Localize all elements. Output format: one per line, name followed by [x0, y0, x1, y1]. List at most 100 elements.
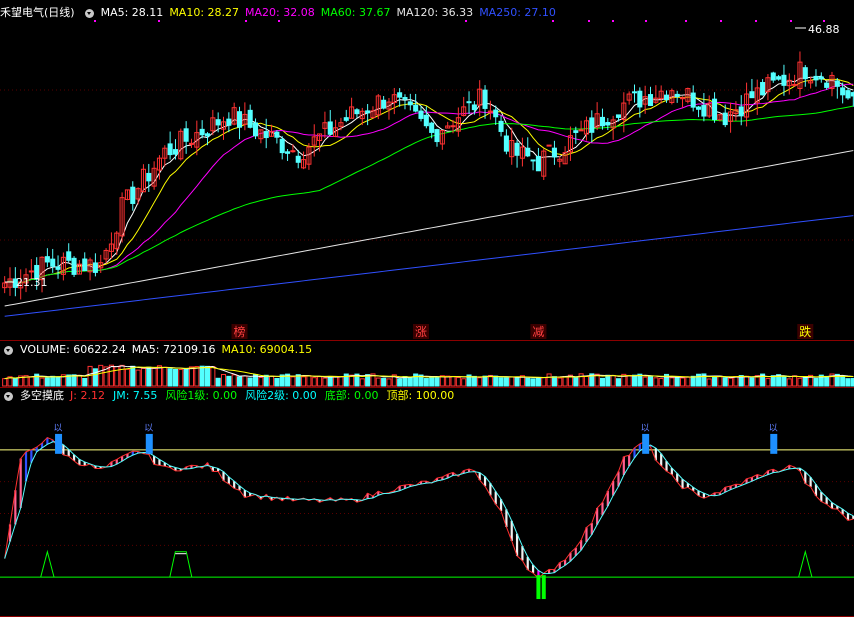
candle-body	[792, 83, 798, 86]
candle-body	[647, 94, 654, 106]
candle-body	[44, 256, 50, 263]
volume-bar	[82, 377, 88, 387]
volume-label-2: MA10: 69004.15	[221, 343, 313, 356]
signal-label-3: 跌	[799, 324, 811, 339]
volume-bar	[503, 377, 509, 387]
candle-body	[354, 109, 360, 115]
volume-bar	[840, 376, 846, 387]
volume-bar	[301, 376, 307, 387]
indicator-label-1: JM: 7.55	[112, 389, 158, 402]
volume-chart	[2, 364, 854, 387]
candle-body	[776, 76, 782, 80]
indicator-dropdown-icon[interactable]	[4, 391, 13, 401]
volume-bar	[311, 377, 317, 387]
volume-bar	[445, 375, 451, 387]
candle-body	[50, 258, 56, 267]
volume-bar	[744, 375, 750, 387]
candle-body	[423, 114, 429, 127]
volume-bar	[119, 364, 125, 387]
candle-body	[55, 266, 61, 270]
low-label: 21.31	[16, 276, 48, 289]
candle-body	[199, 128, 205, 136]
volume-bar	[455, 377, 461, 387]
indicator-header: 多空摸底 J: 2.12 JM: 7.55 风险1级: 0.00 风险2级: 0.00…	[0, 388, 454, 404]
volume-bar	[28, 376, 34, 387]
volume-bar	[423, 377, 429, 387]
candle-body	[493, 109, 499, 118]
high-label: 46.88	[808, 23, 840, 36]
candle-body	[573, 130, 579, 133]
candle-body	[343, 117, 349, 121]
top-marker-dot-4	[465, 20, 467, 22]
volume-bar	[226, 375, 232, 387]
volume-bar	[156, 365, 162, 387]
volume-bar	[562, 376, 568, 387]
candle-body	[236, 111, 243, 128]
candle-body	[637, 90, 643, 108]
candle-body	[840, 87, 846, 96]
volume-bar	[55, 376, 61, 387]
volume-bar	[151, 367, 157, 387]
volume-bar	[813, 377, 819, 387]
signal-label-1: 涨	[415, 324, 427, 339]
indicator-label-3: 风险2级: 0.00	[245, 389, 317, 402]
volume-bar	[172, 368, 178, 387]
volume-bar	[706, 378, 712, 387]
volume-bar	[220, 374, 227, 387]
top-marker-dot-8	[645, 20, 647, 22]
candle-body	[824, 82, 830, 88]
risk-spike-2	[798, 549, 813, 578]
top-marker-dot-6	[588, 20, 590, 22]
jm-line	[4, 441, 854, 575]
volume-bar	[188, 366, 195, 387]
candle-body	[514, 142, 520, 156]
top-marker-dot-5	[552, 20, 554, 22]
volume-bar	[674, 376, 680, 387]
candle-body	[172, 149, 178, 155]
candle-body	[749, 91, 755, 99]
candle-body	[429, 122, 435, 133]
candle-body	[701, 104, 707, 117]
top-marker-dot-1	[158, 20, 160, 22]
volume-bar	[290, 376, 296, 387]
volume-bar	[551, 376, 557, 387]
candle-body	[546, 144, 552, 147]
volume-bar	[733, 375, 739, 387]
volume-bar	[76, 374, 82, 387]
volume-bar	[712, 376, 718, 387]
candle-body	[450, 125, 456, 128]
volume-bar	[530, 378, 536, 387]
top-marker-bar-3	[770, 433, 778, 454]
signal-label-2: 减	[532, 325, 544, 339]
volume-dropdown-icon[interactable]	[4, 345, 13, 355]
volume-bar	[749, 377, 755, 387]
candle-body	[66, 251, 72, 261]
candle-body	[802, 67, 808, 80]
candle-body	[92, 262, 98, 273]
candle-body	[247, 109, 253, 128]
volume-bar	[130, 365, 136, 387]
candle-body	[770, 72, 776, 81]
volume-bar	[375, 377, 381, 387]
volume-bar	[669, 377, 675, 387]
candle-body	[381, 99, 387, 109]
volume-bar	[108, 364, 114, 387]
volume-bar	[450, 375, 456, 387]
volume-bar	[50, 375, 56, 387]
volume-bar	[770, 375, 776, 387]
volume-bar	[44, 377, 50, 387]
volume-bar	[274, 377, 280, 387]
volume-bar	[525, 377, 531, 387]
volume-bar	[599, 377, 605, 387]
indicator-label-4: 底部: 0.00	[324, 389, 379, 402]
volume-bar	[477, 377, 483, 387]
ma-line-120	[4, 150, 854, 307]
top-marker-dot-10	[720, 20, 722, 22]
candle-body	[631, 91, 638, 94]
candle-body	[434, 129, 440, 143]
volume-bar	[231, 374, 237, 387]
candle-body	[680, 97, 686, 100]
volume-bar	[680, 377, 686, 387]
candle-body	[845, 90, 851, 99]
volume-bar	[728, 377, 734, 387]
